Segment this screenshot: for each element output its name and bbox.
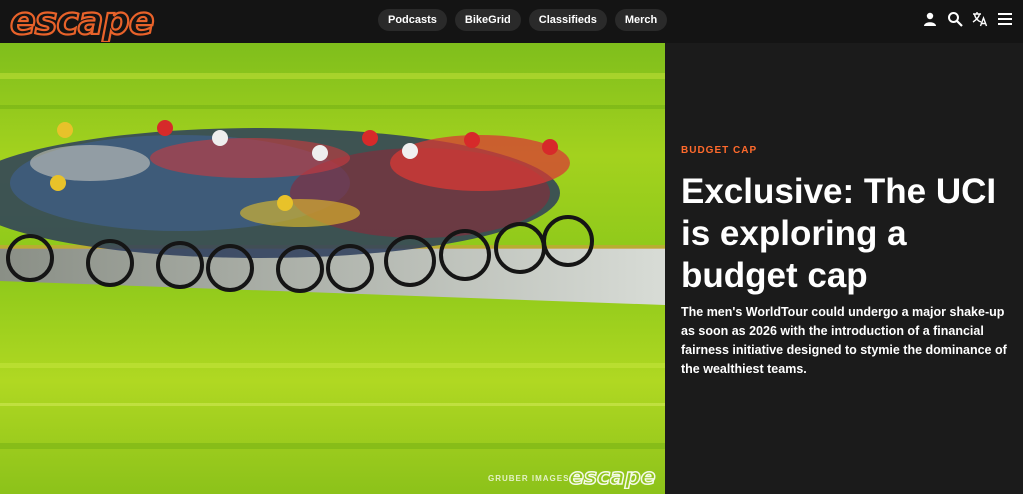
nav-podcasts[interactable]: Podcasts xyxy=(378,9,447,31)
translate-icon[interactable] xyxy=(972,11,988,27)
menu-icon[interactable] xyxy=(997,11,1013,27)
search-icon[interactable] xyxy=(947,11,963,27)
logo-text: escape xyxy=(10,2,154,42)
user-icon[interactable] xyxy=(922,11,938,27)
peloton-photo xyxy=(0,43,665,494)
photo-credit: GRUBER IMAGES xyxy=(488,474,570,483)
article-kicker[interactable]: BUDGET CAP xyxy=(681,145,757,156)
nav-classifieds[interactable]: Classifieds xyxy=(528,9,607,31)
nav-merch[interactable]: Merch xyxy=(614,9,668,31)
article-dek: The men's WorldTour could undergo a majo… xyxy=(681,305,1007,376)
main-nav: Podcasts BikeGrid Classifieds Merch xyxy=(378,9,668,31)
article-headline[interactable]: Exclusive: The UCI is exploring a budget… xyxy=(681,171,1016,297)
header-icons xyxy=(922,11,1013,27)
hero-image[interactable] xyxy=(0,43,665,494)
nav-bikegrid[interactable]: BikeGrid xyxy=(454,9,521,31)
site-logo[interactable]: escape xyxy=(8,2,188,42)
watermark-logo: escape xyxy=(568,464,656,489)
site-header: escape Podcasts BikeGrid Classifieds Mer… xyxy=(0,0,1023,43)
watermark-text: escape xyxy=(569,465,656,489)
article-panel: BUDGET CAP Exclusive: The UCI is explori… xyxy=(665,43,1023,494)
